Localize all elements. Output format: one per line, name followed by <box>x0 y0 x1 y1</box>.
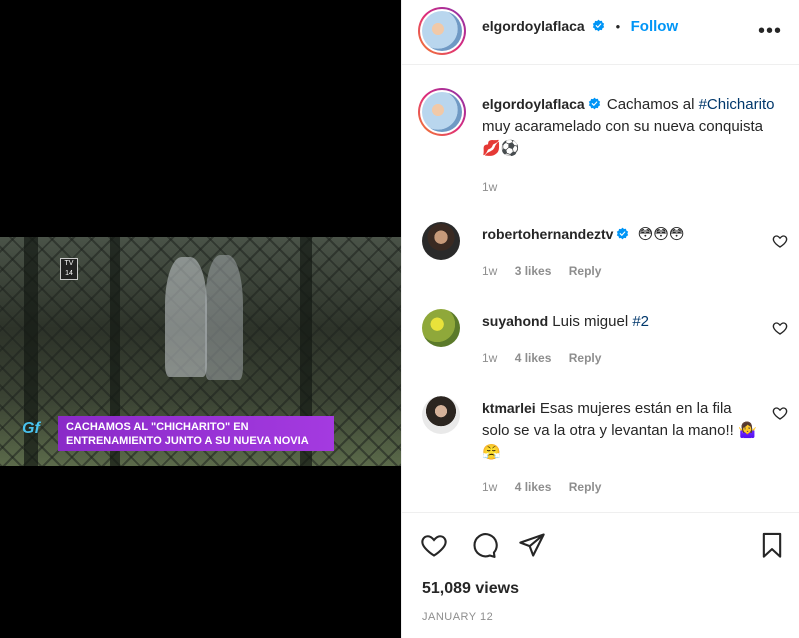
post-panel: elgordoylaflaca • Follow ••• elgordoylaf… <box>401 0 799 638</box>
comment-likes[interactable]: 4 likes <box>515 480 552 494</box>
like-comment-heart-icon[interactable] <box>772 320 788 336</box>
more-options-icon[interactable]: ••• <box>758 20 782 43</box>
share-icon[interactable] <box>518 531 546 559</box>
video-caption-line1: CACHAMOS AL "CHICHARITO" EN <box>66 421 249 433</box>
commenter-avatar[interactable] <box>422 309 460 347</box>
reply-button[interactable]: Reply <box>569 264 602 278</box>
tv-rating-badge: TV 14 <box>60 258 78 280</box>
caption-text-start: Cachamos al <box>602 96 699 113</box>
comment-item: suyahond Luis miguel #2 1w 4 likes Reply <box>402 307 799 377</box>
follow-button[interactable]: Follow <box>631 18 679 35</box>
header-separator: • <box>615 19 621 34</box>
caption-hashtag[interactable]: #Chicharito <box>699 96 775 113</box>
author-username[interactable]: elgordoylaflaca <box>482 18 585 34</box>
author-avatar[interactable] <box>418 7 466 55</box>
caption-username[interactable]: elgordoylaflaca <box>482 96 585 112</box>
comment-item: robertohernandeztv 😳😳😳 1w 3 likes Reply <box>402 220 799 290</box>
comment-likes[interactable]: 3 likes <box>515 264 552 278</box>
like-comment-heart-icon[interactable] <box>772 233 788 249</box>
reply-button[interactable]: Reply <box>569 480 602 494</box>
comment-hashtag[interactable]: #2 <box>632 313 649 330</box>
post-media[interactable]: TV 14 Gf CACHAMOS AL "CHICHARITO" EN ENT… <box>0 0 401 638</box>
view-count[interactable]: 51,089 views <box>422 580 519 598</box>
reply-button[interactable]: Reply <box>569 351 602 365</box>
comment-time[interactable]: 1w <box>482 351 497 365</box>
comment-time[interactable]: 1w <box>482 480 497 494</box>
commenter-avatar[interactable] <box>422 222 460 260</box>
video-caption-bar: CACHAMOS AL "CHICHARITO" EN ENTRENAMIENT… <box>58 416 334 451</box>
verified-badge-icon <box>617 227 629 240</box>
commenter-avatar[interactable] <box>422 396 460 434</box>
heart-icon[interactable] <box>420 531 448 559</box>
commenter-username[interactable]: suyahond <box>482 313 548 329</box>
post-actions: 51,089 views JANUARY 12 <box>402 512 799 638</box>
post-caption: elgordoylaflaca Cachamos al #Chicharito … <box>482 93 782 198</box>
video-caption-line2: ENTRENAMIENTO JUNTO A SU NUEVA NOVIA <box>66 435 309 447</box>
caption-avatar[interactable] <box>418 88 466 136</box>
comment-item: ktmarlei Esas mujeres están en la fila s… <box>402 394 799 504</box>
post-date[interactable]: JANUARY 12 <box>422 611 493 623</box>
person-figure <box>205 255 243 380</box>
commenter-username[interactable]: robertohernandeztv <box>482 226 613 242</box>
commenter-username[interactable]: ktmarlei <box>482 400 536 416</box>
verified-badge-icon <box>588 97 600 110</box>
channel-logo: Gf <box>22 420 40 437</box>
verified-badge-icon <box>593 19 605 32</box>
comment-time[interactable]: 1w <box>482 264 497 278</box>
post-header: elgordoylaflaca • Follow ••• <box>402 0 799 65</box>
comment-text: 😳😳😳 <box>637 226 685 243</box>
comment-icon[interactable] <box>470 531 498 559</box>
bookmark-icon[interactable] <box>758 531 786 559</box>
like-comment-heart-icon[interactable] <box>772 405 788 421</box>
caption-text-end: muy acaramelado con su nueva conquista 💋… <box>482 118 764 157</box>
caption-time[interactable]: 1w <box>482 176 782 198</box>
person-figure <box>165 257 207 377</box>
comment-likes[interactable]: 4 likes <box>515 351 552 365</box>
comment-text: Luis miguel <box>552 313 633 330</box>
